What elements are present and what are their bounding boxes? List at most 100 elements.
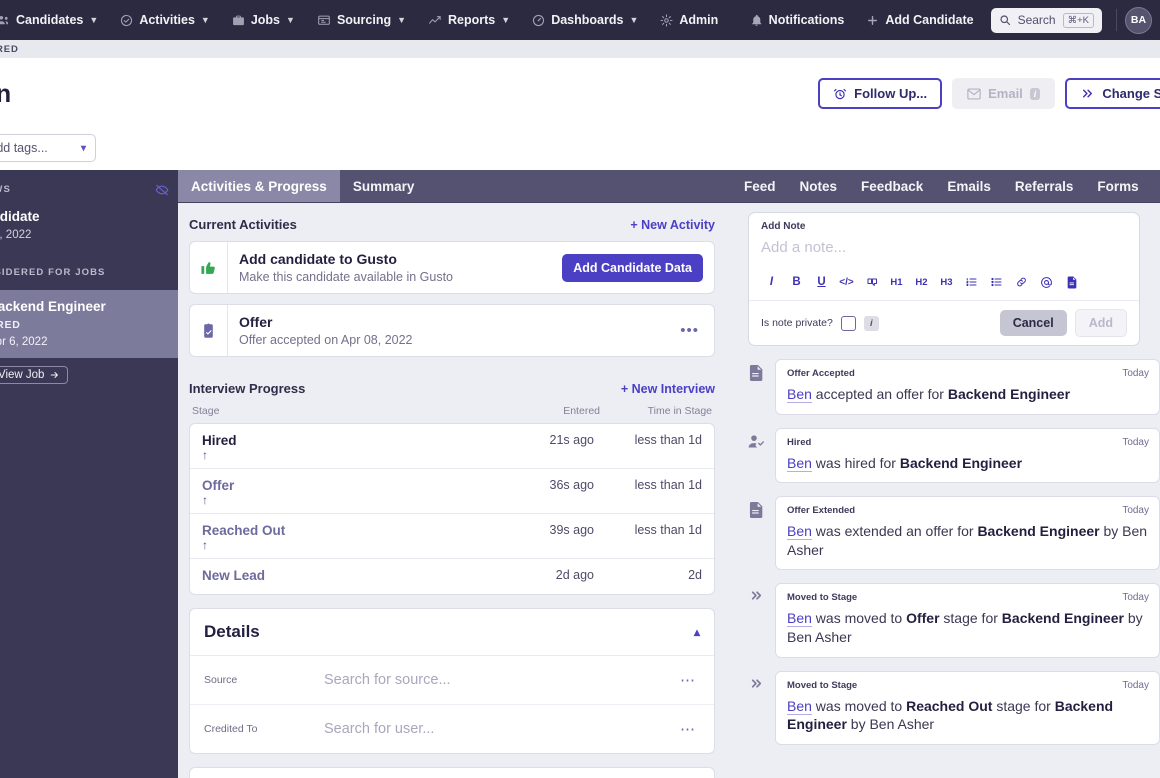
table-row[interactable]: Offer 36s ago less than 1d — [190, 469, 714, 493]
nav-divider — [1116, 9, 1117, 31]
bullet-list-icon[interactable] — [984, 272, 1009, 292]
thumbs-up-icon — [190, 242, 228, 293]
feed-item: Offer Accepted Today Ben accepted an offer… — [748, 359, 1160, 415]
right-content: Add Note Add a note... I B U </> H1 H2 H3 Is n… — [726, 203, 1160, 778]
feed-text-part: was moved to — [811, 697, 907, 714]
activity-title: Offer — [239, 314, 273, 330]
table-row[interactable]: New Lead 2d ago 2d — [190, 559, 714, 594]
note-textarea[interactable]: Add a note... — [749, 232, 1139, 268]
candidate-link[interactable]: Ben — [787, 523, 812, 541]
arrow-up-icon: ↑ — [202, 448, 208, 462]
double-chevron-icon — [748, 671, 764, 690]
tab-activities-progress[interactable]: Activities & Progress — [178, 170, 340, 202]
feed-text-part: was moved to — [811, 610, 907, 627]
add-candidate-button[interactable]: Add Candidate — [855, 0, 984, 40]
nav-item-sourcing[interactable]: Sourcing ▼ — [306, 0, 417, 40]
feed-text-part: was hired for — [811, 454, 900, 471]
add-candidate-data-button[interactable]: Add Candidate Data — [562, 253, 703, 282]
feed-timestamp: Today — [1122, 505, 1149, 517]
chevron-up-icon[interactable]: ▴ — [694, 625, 700, 639]
feed-event-kind: Hired — [787, 436, 812, 448]
gauge-icon — [532, 14, 545, 27]
document-icon — [748, 359, 764, 381]
nav-item-jobs[interactable]: Jobs ▼ — [221, 0, 306, 40]
credited-to-input[interactable]: Search for user... — [324, 721, 676, 737]
nav-item-reports[interactable]: Reports ▼ — [417, 0, 521, 40]
view-job-button[interactable]: View Job — [0, 366, 69, 384]
top-navigation-bar: Candidates ▼ Activities ▼ Jobs ▼ Sourcing ▼ Repo… — [0, 0, 1160, 40]
activity-subtitle: Offer accepted on Apr 08, 2022 — [239, 333, 413, 347]
candidate-link[interactable]: Ben — [787, 610, 812, 628]
candidate-link[interactable]: Ben — [787, 454, 812, 472]
nav-item-dashboards[interactable]: Dashboards ▼ — [521, 0, 649, 40]
feed-event-kind: Moved to Stage — [787, 592, 858, 604]
new-interview-button[interactable]: + New Interview — [621, 382, 715, 396]
column-header-time-in-stage: Time in Stage — [647, 405, 712, 417]
source-menu-button[interactable]: ⋯ — [676, 671, 700, 689]
tab-feed[interactable]: Feed — [734, 170, 786, 203]
tab-notes[interactable]: Notes — [790, 170, 848, 203]
new-activity-button[interactable]: + New Activity — [630, 218, 715, 232]
tab-referrals[interactable]: Referrals — [1005, 170, 1084, 203]
nav-item-candidates[interactable]: Candidates ▼ — [0, 0, 109, 40]
feed-item: Moved to Stage Today Ben was moved to Offe… — [748, 583, 1160, 658]
feed-card[interactable]: Moved to Stage Today Ben was moved to Reac… — [775, 670, 1160, 745]
format-H2-button[interactable]: H2 — [909, 272, 934, 292]
follow-up-button[interactable]: Follow Up... — [818, 78, 943, 109]
details-field-credited-to: Credited To Search for user... ⋯ — [190, 705, 714, 753]
nav-item-activities[interactable]: Activities ▼ — [109, 0, 221, 40]
source-input[interactable]: Search for source... — [324, 672, 676, 688]
quote-icon[interactable] — [859, 272, 884, 292]
tab-feedback[interactable]: Feedback — [851, 170, 933, 203]
tab-summary[interactable]: Summary — [340, 170, 428, 202]
activity-feed: Offer Accepted Today Ben accepted an offer… — [748, 359, 1160, 745]
stage-connector: ↑ — [190, 493, 714, 514]
document-icon — [748, 496, 764, 519]
format-I-button[interactable]: I — [759, 272, 784, 292]
tab-emails[interactable]: Emails — [937, 170, 1001, 203]
credited-to-menu-button[interactable]: ⋯ — [676, 720, 700, 738]
sidebar-job-card[interactable]: Backend Engineer HIRED Apr 6, 2022 — [0, 290, 178, 358]
gear-icon — [660, 13, 673, 27]
feed-card[interactable]: Moved to Stage Today Ben was moved to Offe… — [775, 583, 1160, 658]
feed-highlight: Offer — [906, 610, 940, 627]
is-note-private-checkbox[interactable] — [840, 315, 856, 331]
change-stage-button[interactable]: Change Stage — [1065, 78, 1160, 109]
format-H3-button[interactable]: H3 — [934, 272, 959, 292]
candidate-link[interactable]: Ben — [787, 697, 812, 715]
tab-forms[interactable]: Forms — [1087, 170, 1148, 203]
ordered-list-icon[interactable] — [959, 272, 984, 292]
feed-item: Offer Extended Today Ben was extended an o… — [748, 496, 1160, 571]
stage-name: Hired — [202, 433, 237, 448]
hide-sidebar-icon[interactable] — [155, 183, 169, 197]
format-H1-button[interactable]: H1 — [884, 272, 909, 292]
info-icon[interactable]: i — [863, 315, 879, 331]
is-note-private-label: Is note private? — [761, 317, 833, 329]
activity-title: Add candidate to Gusto — [239, 251, 397, 267]
table-row[interactable]: Hired 21s ago less than 1d — [190, 424, 714, 448]
nav-item-label: Reports — [448, 13, 496, 27]
feed-text-part: accepted an offer for — [811, 386, 948, 402]
feed-card[interactable]: Offer Accepted Today Ben accepted an offer… — [775, 359, 1160, 415]
cancel-button[interactable]: Cancel — [999, 310, 1067, 336]
feed-card[interactable]: Offer Extended Today Ben was extended an o… — [775, 496, 1160, 571]
search-input[interactable]: Search ⌘+K — [990, 7, 1102, 33]
nav-item-admin[interactable]: Admin — [649, 0, 729, 40]
link-icon[interactable] — [1009, 272, 1034, 292]
feed-card[interactable]: Hired Today Ben was hired for Backend Engi… — [775, 427, 1160, 484]
double-chevron-right-icon — [1080, 87, 1095, 100]
format--button[interactable]: </> — [834, 272, 859, 292]
candidate-link[interactable]: Ben — [787, 386, 812, 403]
table-row[interactable]: Reached Out 39s ago less than 1d — [190, 514, 714, 538]
interview-progress-header: Interview Progress + New Interview — [189, 367, 715, 405]
sidebar-section-reviews: EWS — [0, 184, 11, 195]
notifications-button[interactable]: Notifications — [739, 0, 856, 40]
activity-menu-button[interactable]: ••• — [676, 322, 703, 339]
stage-time-in-stage: less than 1d — [634, 523, 702, 537]
add-tags-select[interactable]: Add tags... ▾ — [0, 134, 96, 162]
format-B-button[interactable]: B — [784, 272, 809, 292]
attachment-icon[interactable] — [1059, 272, 1084, 292]
avatar[interactable]: BA — [1125, 6, 1152, 34]
format-U-button[interactable]: U — [809, 272, 834, 292]
mention-icon[interactable] — [1034, 272, 1059, 292]
